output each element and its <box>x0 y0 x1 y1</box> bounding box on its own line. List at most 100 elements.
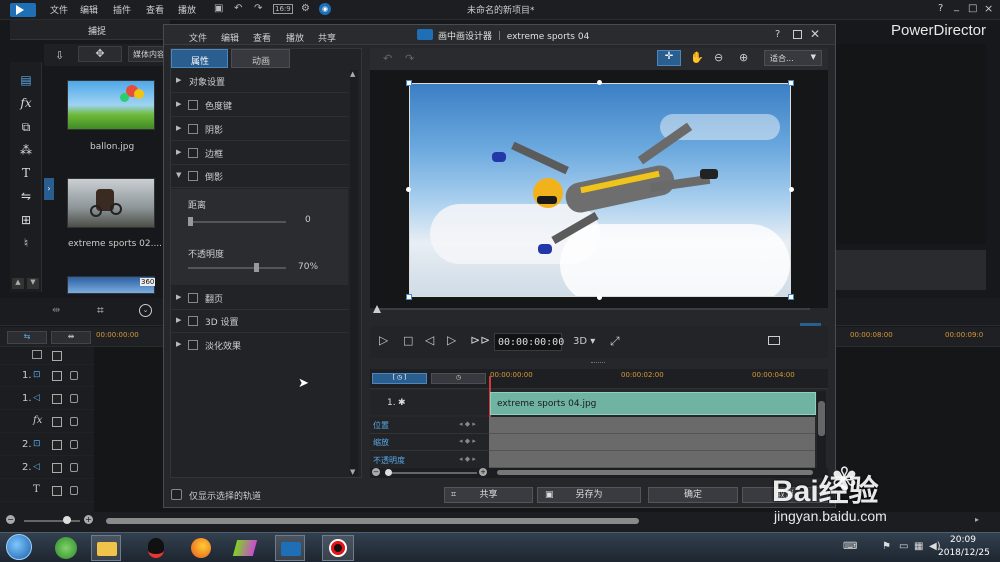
section-chroma-key[interactable]: ▶ 色度键 <box>171 94 349 117</box>
zoom-out-icon[interactable]: ⊖ <box>714 51 723 64</box>
tray-display-icon[interactable]: ▭ <box>899 541 908 552</box>
dialog-menu-share[interactable]: 共享 <box>318 31 336 44</box>
border-checkbox[interactable] <box>188 148 198 158</box>
section-flip[interactable]: ▶ 翻页 <box>171 287 349 310</box>
tools-dropdown-icon[interactable]: ⌄ <box>139 304 152 317</box>
maximize-button[interactable]: □ <box>968 3 977 14</box>
play-icon[interactable]: ▷ <box>379 333 388 347</box>
distance-slider-track[interactable] <box>188 221 286 223</box>
kf-row-position[interactable] <box>489 417 815 434</box>
split-icon[interactable]: ⇹ <box>52 305 60 316</box>
ok-button[interactable]: 确定 <box>648 487 738 503</box>
crop-icon[interactable]: ⌗ <box>97 303 104 318</box>
dialog-menu-file[interactable]: 文件 <box>189 31 207 44</box>
help-icon[interactable]: ? <box>938 3 943 14</box>
3d-mode-dropdown[interactable]: 3D ▾ <box>573 336 595 347</box>
kf-row-opacity[interactable] <box>489 451 815 468</box>
lock-icon[interactable] <box>70 417 78 426</box>
tab-properties[interactable]: 属性 <box>171 49 228 68</box>
title-room-icon[interactable]: T <box>18 165 34 181</box>
fade-checkbox[interactable] <box>188 340 198 350</box>
resize-handle[interactable] <box>788 294 794 300</box>
lock-icon[interactable] <box>70 371 78 380</box>
zoom-in-icon[interactable]: ⊕ <box>739 51 748 64</box>
fit-timeline-button[interactable]: ⇹ <box>51 331 91 344</box>
taskbar-video-app-icon[interactable] <box>230 535 260 561</box>
resize-handle[interactable] <box>789 187 794 192</box>
lock-icon[interactable] <box>70 463 78 472</box>
kf-row-scale[interactable] <box>489 434 815 451</box>
properties-scrollbar[interactable]: ▲ ▼ <box>350 70 358 476</box>
track-master-enable[interactable] <box>52 351 62 361</box>
taskbar-explorer-icon[interactable] <box>91 535 121 561</box>
settings-icon[interactable]: ⚙ <box>301 3 310 14</box>
next-frame-icon[interactable]: ▷ <box>447 333 456 347</box>
import-media-icon[interactable]: ⇩ <box>55 49 64 62</box>
zoom-in-icon[interactable]: + <box>84 515 93 524</box>
previous-frame-icon[interactable]: ◁ <box>425 333 434 347</box>
voiceover-mic-icon[interactable]: ♮ <box>18 235 34 251</box>
tray-clock-time[interactable]: 20:09 <box>950 535 976 545</box>
fx-room-icon[interactable]: fx <box>18 95 34 111</box>
show-selected-checkbox[interactable] <box>171 489 182 500</box>
scroll-down-button[interactable]: ▼ <box>27 278 39 289</box>
timeline-scrollbar[interactable] <box>106 518 639 524</box>
redo-icon[interactable]: ↷ <box>254 3 262 14</box>
tray-network-icon[interactable]: ▦ <box>914 541 923 552</box>
minimize-button[interactable]: _ <box>954 1 959 12</box>
fast-forward-icon[interactable]: ⊳⊳ <box>470 333 490 347</box>
menu-file[interactable]: 文件 <box>50 3 68 16</box>
preview-seek-track[interactable] <box>377 308 810 310</box>
share-button[interactable]: ⌗ 共享 <box>444 487 533 503</box>
track-video-1-enable[interactable] <box>52 371 62 381</box>
undo-icon[interactable]: ↶ <box>234 3 242 14</box>
resize-handle[interactable] <box>406 187 411 192</box>
menu-play[interactable]: 播放 <box>178 3 196 16</box>
preview-seek-thumb[interactable] <box>373 305 381 313</box>
track-thumbnail-icon[interactable] <box>32 350 42 359</box>
kf-zoom-thumb[interactable] <box>385 469 392 476</box>
resize-handle[interactable] <box>406 80 412 86</box>
menu-view[interactable]: 查看 <box>146 3 164 16</box>
dialog-close-button[interactable]: ✕ <box>810 27 820 41</box>
track-title-enable[interactable] <box>52 486 62 496</box>
menu-edit[interactable]: 编辑 <box>80 3 98 16</box>
kf-fit-button[interactable]: ◷ <box>431 373 486 384</box>
3d-settings-checkbox[interactable] <box>188 316 198 326</box>
redo-icon[interactable]: ↷ <box>405 52 414 65</box>
resize-handle[interactable] <box>788 80 794 86</box>
reflection-checkbox[interactable] <box>188 171 198 181</box>
keyframe-nav-scale[interactable]: ◂ ◆ ▸ <box>459 437 476 445</box>
timeline-zoom-thumb[interactable] <box>63 516 71 524</box>
start-button[interactable] <box>6 534 32 560</box>
timeline-view-button[interactable]: ⇆ <box>7 331 47 344</box>
section-border[interactable]: ▶ 边框 <box>171 142 349 165</box>
save-icon[interactable]: ▣ <box>214 3 223 14</box>
taskbar-powerdirector-icon[interactable] <box>275 535 305 561</box>
shadow-checkbox[interactable] <box>188 124 198 134</box>
flip-checkbox[interactable] <box>188 293 198 303</box>
keyframe-nav-position[interactable]: ◂ ◆ ▸ <box>459 420 476 428</box>
dialog-menu-play[interactable]: 播放 <box>286 31 304 44</box>
stop-icon[interactable]: □ <box>403 334 413 347</box>
lock-icon[interactable] <box>70 394 78 403</box>
menu-plugins[interactable]: 插件 <box>113 3 131 16</box>
dialog-help-button[interactable]: ? <box>775 29 780 40</box>
timecode-display[interactable]: 00:00:00:00 <box>494 333 564 351</box>
transition-room-icon[interactable]: ⇋ <box>18 188 34 204</box>
dialog-maximize-button[interactable] <box>793 30 802 39</box>
resize-handle[interactable] <box>597 295 602 300</box>
undo-icon[interactable]: ↶ <box>383 52 392 65</box>
media-thumb-extreme02[interactable] <box>67 178 155 228</box>
tray-flag-icon[interactable]: ⚑ <box>882 541 891 552</box>
taskbar-app-360-icon[interactable] <box>51 535 81 561</box>
media-thumb-balloon[interactable] <box>67 80 155 130</box>
resize-handle[interactable] <box>597 80 602 85</box>
media-room-icon[interactable]: ▤ <box>18 72 34 88</box>
track-video-2-enable[interactable] <box>52 440 62 450</box>
plugin-puzzle-icon[interactable]: ✥ <box>78 46 122 62</box>
audio-mixing-icon[interactable]: ⊞ <box>18 212 34 228</box>
section-object-settings[interactable]: ▶ 对象设置 <box>171 70 349 93</box>
timeline-zoom-slider[interactable] <box>24 520 80 522</box>
section-reflection[interactable]: ▼ 倒影 <box>171 165 349 188</box>
